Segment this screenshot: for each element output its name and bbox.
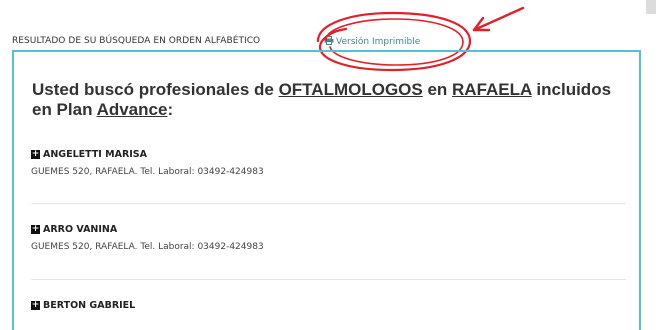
arrow-icon [472, 6, 525, 32]
professional-address: GUEMES 520, RAFAELA. Tel. Laboral: 03492… [31, 242, 264, 252]
divider [31, 279, 626, 280]
plan-link[interactable]: Advance [97, 100, 168, 119]
professional-address: GUEMES 520, RAFAELA. Tel. Laboral: 03492… [31, 167, 264, 177]
results-header: RESULTADO DE SU BÚSQUEDA EN ORDEN ALFABÉ… [12, 36, 260, 47]
list-item[interactable]: + BERTON GABRIEL [31, 300, 626, 311]
professional-name[interactable]: + ARRO VANINA [31, 224, 626, 235]
results-header-label: RESULTADO DE SU BÚSQUEDA EN ORDEN ALFABÉ… [12, 36, 261, 46]
plus-square-icon[interactable]: + [31, 150, 40, 159]
printer-icon [324, 36, 334, 45]
specialty-link[interactable]: OFTALMOLOGOS [279, 80, 423, 99]
print-version-link[interactable]: Versión Imprimible [324, 36, 420, 47]
scrollbar-stub[interactable] [646, 0, 656, 14]
print-version-label: Versión Imprimible [336, 37, 421, 47]
search-summary-heading: Usted buscó profesionales de OFTALMOLOGO… [32, 80, 612, 119]
list-item[interactable]: + ARRO VANINA GUEMES 520, RAFAELA. Tel. L… [31, 224, 626, 252]
professional-name[interactable]: + ANGELETTI MARISA [31, 149, 626, 160]
list-item[interactable]: + ANGELETTI MARISA GUEMES 520, RAFAELA. T… [31, 149, 626, 177]
professional-name[interactable]: + BERTON GABRIEL [31, 300, 626, 311]
plus-square-icon[interactable]: + [31, 225, 40, 234]
results-panel: Usted buscó profesionales de OFTALMOLOGO… [12, 50, 641, 330]
divider [31, 203, 626, 204]
city-link[interactable]: RAFAELA [452, 80, 532, 99]
